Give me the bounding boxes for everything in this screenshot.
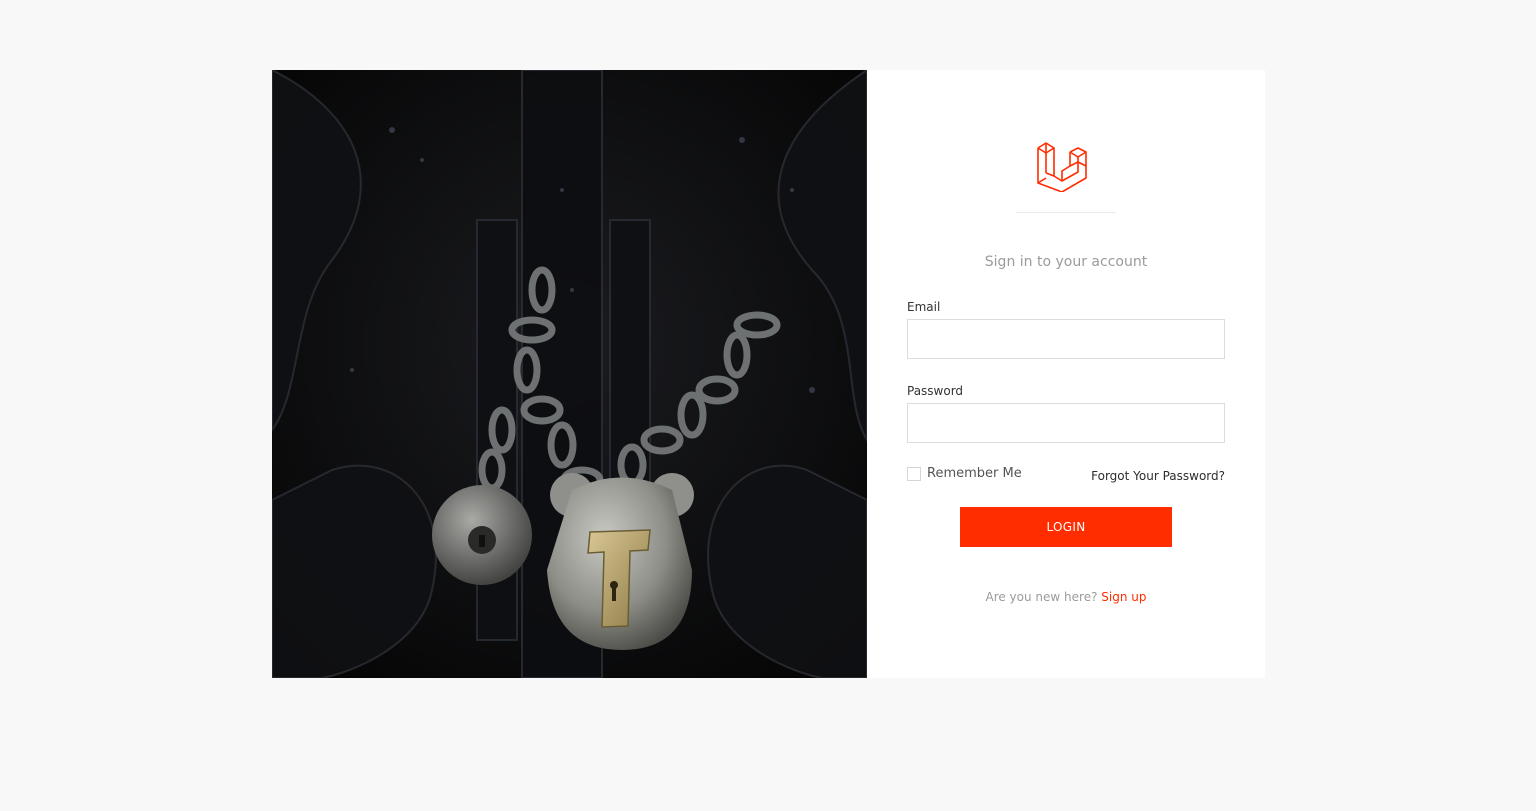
forgot-password-link[interactable]: Forgot Your Password? xyxy=(1091,469,1225,483)
laravel-logo-icon xyxy=(1037,142,1087,192)
remember-checkbox[interactable] xyxy=(907,466,921,481)
remember-me[interactable]: Remember Me xyxy=(907,466,1022,481)
login-panel: Sign in to your account Email Password R… xyxy=(867,70,1265,678)
remember-label: Remember Me xyxy=(927,466,1022,481)
login-button[interactable]: LOGIN xyxy=(960,507,1172,547)
login-card: Sign in to your account Email Password R… xyxy=(272,70,1265,678)
signup-link[interactable]: Sign up xyxy=(1101,590,1146,604)
padlock-illustration xyxy=(272,70,867,678)
password-label: Password xyxy=(907,384,964,398)
hero-image xyxy=(272,70,867,678)
signup-prompt: Are you new here? xyxy=(985,590,1098,604)
email-label: Email xyxy=(907,300,941,314)
form-subtitle: Sign in to your account xyxy=(984,254,1148,270)
email-field[interactable] xyxy=(907,319,1225,359)
logo-divider xyxy=(1016,212,1116,213)
signup-line: Are you new here? Sign up xyxy=(867,590,1265,604)
password-field[interactable] xyxy=(907,403,1225,443)
